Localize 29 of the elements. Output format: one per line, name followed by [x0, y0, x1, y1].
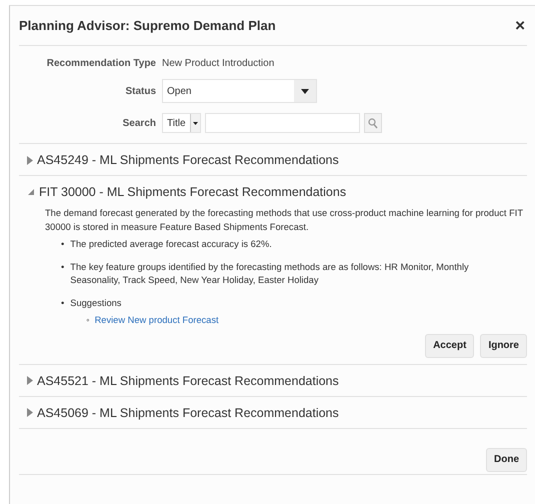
bullet-marker: •	[61, 260, 64, 274]
field-label: Search	[122, 118, 156, 128]
dialog-title: Planning Advisor: Supremo Demand Plan	[19, 18, 276, 33]
bullet-marker: ◦	[86, 314, 90, 327]
caret-icon	[301, 88, 309, 94]
recommendation-header[interactable]: AS45521 - ML Shipments Forecast Recommendations	[19, 364, 339, 396]
recommendation-header[interactable]: AS45069 - ML Shipments Forecast Recommendations	[19, 396, 339, 428]
done-button[interactable]: Done	[486, 448, 527, 472]
caret-icon	[192, 122, 198, 124]
action-button[interactable]: Ignore	[480, 334, 527, 358]
bullet-marker: •	[61, 238, 64, 251]
search-button[interactable]	[364, 113, 382, 133]
bullet-text: Suggestions	[70, 296, 122, 310]
bullet-marker: •	[61, 296, 64, 310]
suggestion-link[interactable]: Review New product Forecast	[94, 314, 219, 328]
search-field-dropdown[interactable]: Title	[162, 113, 201, 133]
bullet-text: The key feature groups identified by the forecasting methods are as follows: HR Monitor, Monthly Seasonality, Track Speed, New Year Holiday, Easter Holiday	[70, 260, 470, 287]
recommendation-header[interactable]: FIT 30000 - ML Shipments Forecast Recommendations	[19, 176, 346, 207]
action-button[interactable]: Accept	[425, 334, 474, 358]
recommendation-header[interactable]: AS45249 - ML Shipments Forecast Recommendations	[19, 144, 339, 175]
bullet-text: The predicted average forecast accuracy is 62%.	[70, 238, 272, 251]
field-label: Recommendation Type	[46, 58, 156, 69]
search-field[interactable]	[204, 113, 360, 133]
status-dropdown[interactable]: Open	[162, 79, 317, 103]
field-label: Status	[124, 86, 156, 96]
description-text: The demand forecast generated by the forecasting methods that use cross-product machine learning for product FIT 30000 is stored in measure Feature Based Shipments Forecast.	[45, 207, 524, 234]
field-value: New Product Introduction	[162, 58, 276, 69]
search-icon	[368, 118, 378, 128]
close-button[interactable]: ×	[513, 16, 527, 36]
